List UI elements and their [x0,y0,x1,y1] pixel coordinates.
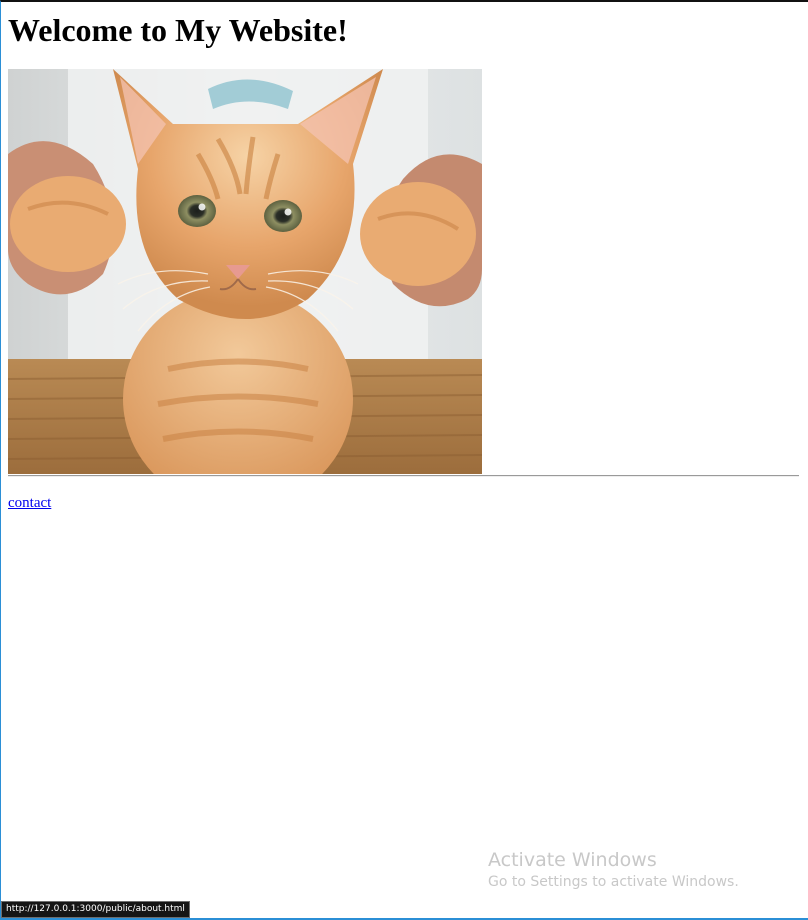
link-status-bar: http://127.0.0.1:3000/public/about.html [1,901,190,918]
activate-windows-watermark: Activate Windows Go to Settings to activ… [488,848,739,892]
contact-link[interactable]: contact [8,494,51,512]
page-heading: Welcome to My Website! [8,12,348,48]
kitten-photo [8,69,482,474]
watermark-subtitle: Go to Settings to activate Windows. [488,874,739,890]
watermark-title: Activate Windows [488,849,657,871]
horizontal-divider [8,475,799,477]
